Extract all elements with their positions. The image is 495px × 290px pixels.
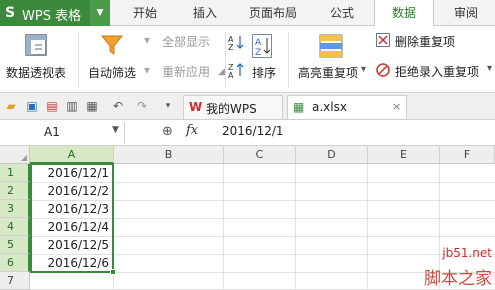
svg-text:A: A (228, 71, 234, 78)
quick-access-toolbar: ▰ ▣ ▤ ▥ ▦ ↶ ↷ ▾ W 我的WPS ▦ a.xlsx × (0, 93, 495, 120)
sort-button[interactable]: A Z 排序 (248, 26, 280, 92)
remove-duplicates-label: 删除重复项 (395, 35, 456, 49)
formula-input[interactable]: 2016/12/1 (222, 124, 284, 138)
auto-filter-button[interactable]: 自动筛选 (84, 26, 140, 92)
row-header[interactable]: 5 (0, 236, 30, 254)
open-folder-icon[interactable]: ▰ (3, 98, 19, 114)
tab-home[interactable]: 开始 (117, 0, 173, 26)
column-header-e[interactable]: E (368, 146, 440, 164)
gridline (367, 164, 368, 290)
close-tab-icon[interactable]: × (392, 100, 401, 113)
tab-page-layout[interactable]: 页面布局 (240, 0, 306, 26)
reject-duplicates-button[interactable]: 拒绝录入重复项 ▾ (374, 62, 495, 80)
column-header-b[interactable]: B (114, 146, 224, 164)
row-header[interactable]: 1 (0, 164, 30, 182)
remove-duplicates-button[interactable]: 删除重复项 (374, 32, 474, 50)
row-header[interactable]: 6 (0, 254, 30, 272)
redo-icon[interactable]: ↷ (134, 98, 150, 114)
sort-label: 排序 (252, 66, 277, 80)
ribbon-data: 数据透视表 自动筛选 ▾ 全部显示 ▾ 重新应用 ◢ AZ ZA A Z 排序 (0, 26, 495, 93)
print-preview-icon[interactable]: ▦ (84, 98, 100, 114)
pivot-table-label: 数据透视表 (6, 66, 67, 80)
formula-bar: A1 ▼ ⊕ fx 2016/12/1 (0, 120, 495, 146)
filter-off-icon: ▾ (144, 33, 151, 47)
pivot-table-button[interactable]: 数据透视表 (0, 26, 76, 92)
app-menu-button[interactable]: S WPS 表格 ▼ (0, 0, 110, 26)
tab-data[interactable]: 数据 (374, 0, 434, 27)
watermark-text: 脚本之家 (424, 269, 492, 289)
app-name: WPS 表格 (22, 9, 82, 24)
row-header[interactable]: 4 (0, 218, 30, 236)
chevron-down-icon[interactable]: ▼ (112, 125, 119, 135)
pivot-table-icon (25, 34, 47, 56)
highlight-duplicates-label: 高亮重复项 (298, 66, 359, 80)
corner-triangle-icon: ◢ (20, 153, 27, 162)
name-box-value: A1 (44, 125, 60, 139)
filter-options-icon[interactable]: ◢ (218, 67, 225, 77)
reject-dropdown-icon[interactable]: ▾ (487, 63, 492, 74)
svg-text:Z: Z (255, 48, 261, 58)
menu-bar: S WPS 表格 ▼ 开始 插入 页面布局 公式 数据 审阅 (0, 0, 495, 27)
doc-tab-label: 我的WPS (206, 102, 257, 116)
fx-icon[interactable]: fx (186, 123, 198, 138)
customize-toolbar-icon[interactable]: ▾ (160, 98, 176, 114)
tab-insert[interactable]: 插入 (177, 0, 233, 26)
ribbon-divider (288, 32, 289, 88)
sort-az-icon: A Z (252, 34, 272, 58)
watermark-url: jb51.net (442, 246, 492, 260)
reapply-label: 重新应用 (162, 65, 211, 79)
wps-home-icon: W (189, 100, 203, 114)
highlight-duplicates-button[interactable]: 高亮重复项 ▾ (295, 26, 371, 92)
zoom-search-icon[interactable]: ⊕ (162, 124, 173, 139)
print-icon[interactable]: ▥ (64, 98, 80, 114)
reject-duplicates-label: 拒绝录入重复项 (395, 65, 480, 79)
selection-range (30, 163, 116, 275)
select-all-corner[interactable]: ◢ (0, 146, 30, 164)
reapply-icon: ▾ (144, 63, 151, 77)
doc-tab-a-xlsx[interactable]: ▦ a.xlsx × (287, 95, 407, 119)
reject-duplicates-icon (376, 63, 390, 77)
gridline (223, 164, 224, 290)
fill-handle[interactable] (110, 269, 116, 275)
tab-review[interactable]: 审阅 (442, 0, 490, 26)
tab-formulas[interactable]: 公式 (314, 0, 370, 26)
doc-tab-label: a.xlsx (312, 100, 347, 114)
watermark: jb51.net 脚本之家 (402, 246, 495, 290)
auto-filter-label: 自动筛选 (88, 66, 137, 80)
highlight-duplicates-icon (319, 34, 343, 58)
remove-duplicates-icon (376, 33, 390, 47)
wps-logo-icon: S (5, 5, 16, 21)
export-pdf-icon[interactable]: ▤ (44, 98, 60, 114)
app-menu-caret-icon[interactable]: ▼ (90, 0, 110, 26)
show-all-label: 全部显示 (162, 35, 211, 49)
column-header-d[interactable]: D (296, 146, 368, 164)
gridline (295, 164, 296, 290)
show-all-button[interactable]: ▾ 全部显示 (142, 32, 216, 50)
filter-funnel-icon (100, 35, 124, 55)
spreadsheet-file-icon: ▦ (293, 100, 305, 114)
svg-text:A: A (255, 38, 262, 48)
svg-text:Z: Z (228, 43, 234, 50)
name-box[interactable]: A1 ▼ (0, 122, 125, 144)
undo-icon[interactable]: ↶ (110, 98, 126, 114)
row-header[interactable]: 3 (0, 200, 30, 218)
column-header-a[interactable]: A (30, 146, 114, 164)
ribbon-divider (225, 32, 226, 88)
sort-ascending-icon[interactable]: AZ (228, 34, 244, 52)
save-icon[interactable]: ▣ (24, 98, 40, 114)
column-header-c[interactable]: C (224, 146, 296, 164)
row-header[interactable]: 7 (0, 272, 30, 290)
column-header-f[interactable]: F (440, 146, 495, 164)
highlight-dropdown-icon[interactable]: ▾ (361, 64, 366, 75)
row-header[interactable]: 2 (0, 182, 30, 200)
reapply-button[interactable]: ▾ 重新应用 (142, 62, 216, 80)
ribbon-divider (78, 32, 79, 88)
sort-descending-icon[interactable]: ZA (228, 62, 244, 80)
doc-tab-my-wps[interactable]: W 我的WPS (183, 95, 283, 119)
